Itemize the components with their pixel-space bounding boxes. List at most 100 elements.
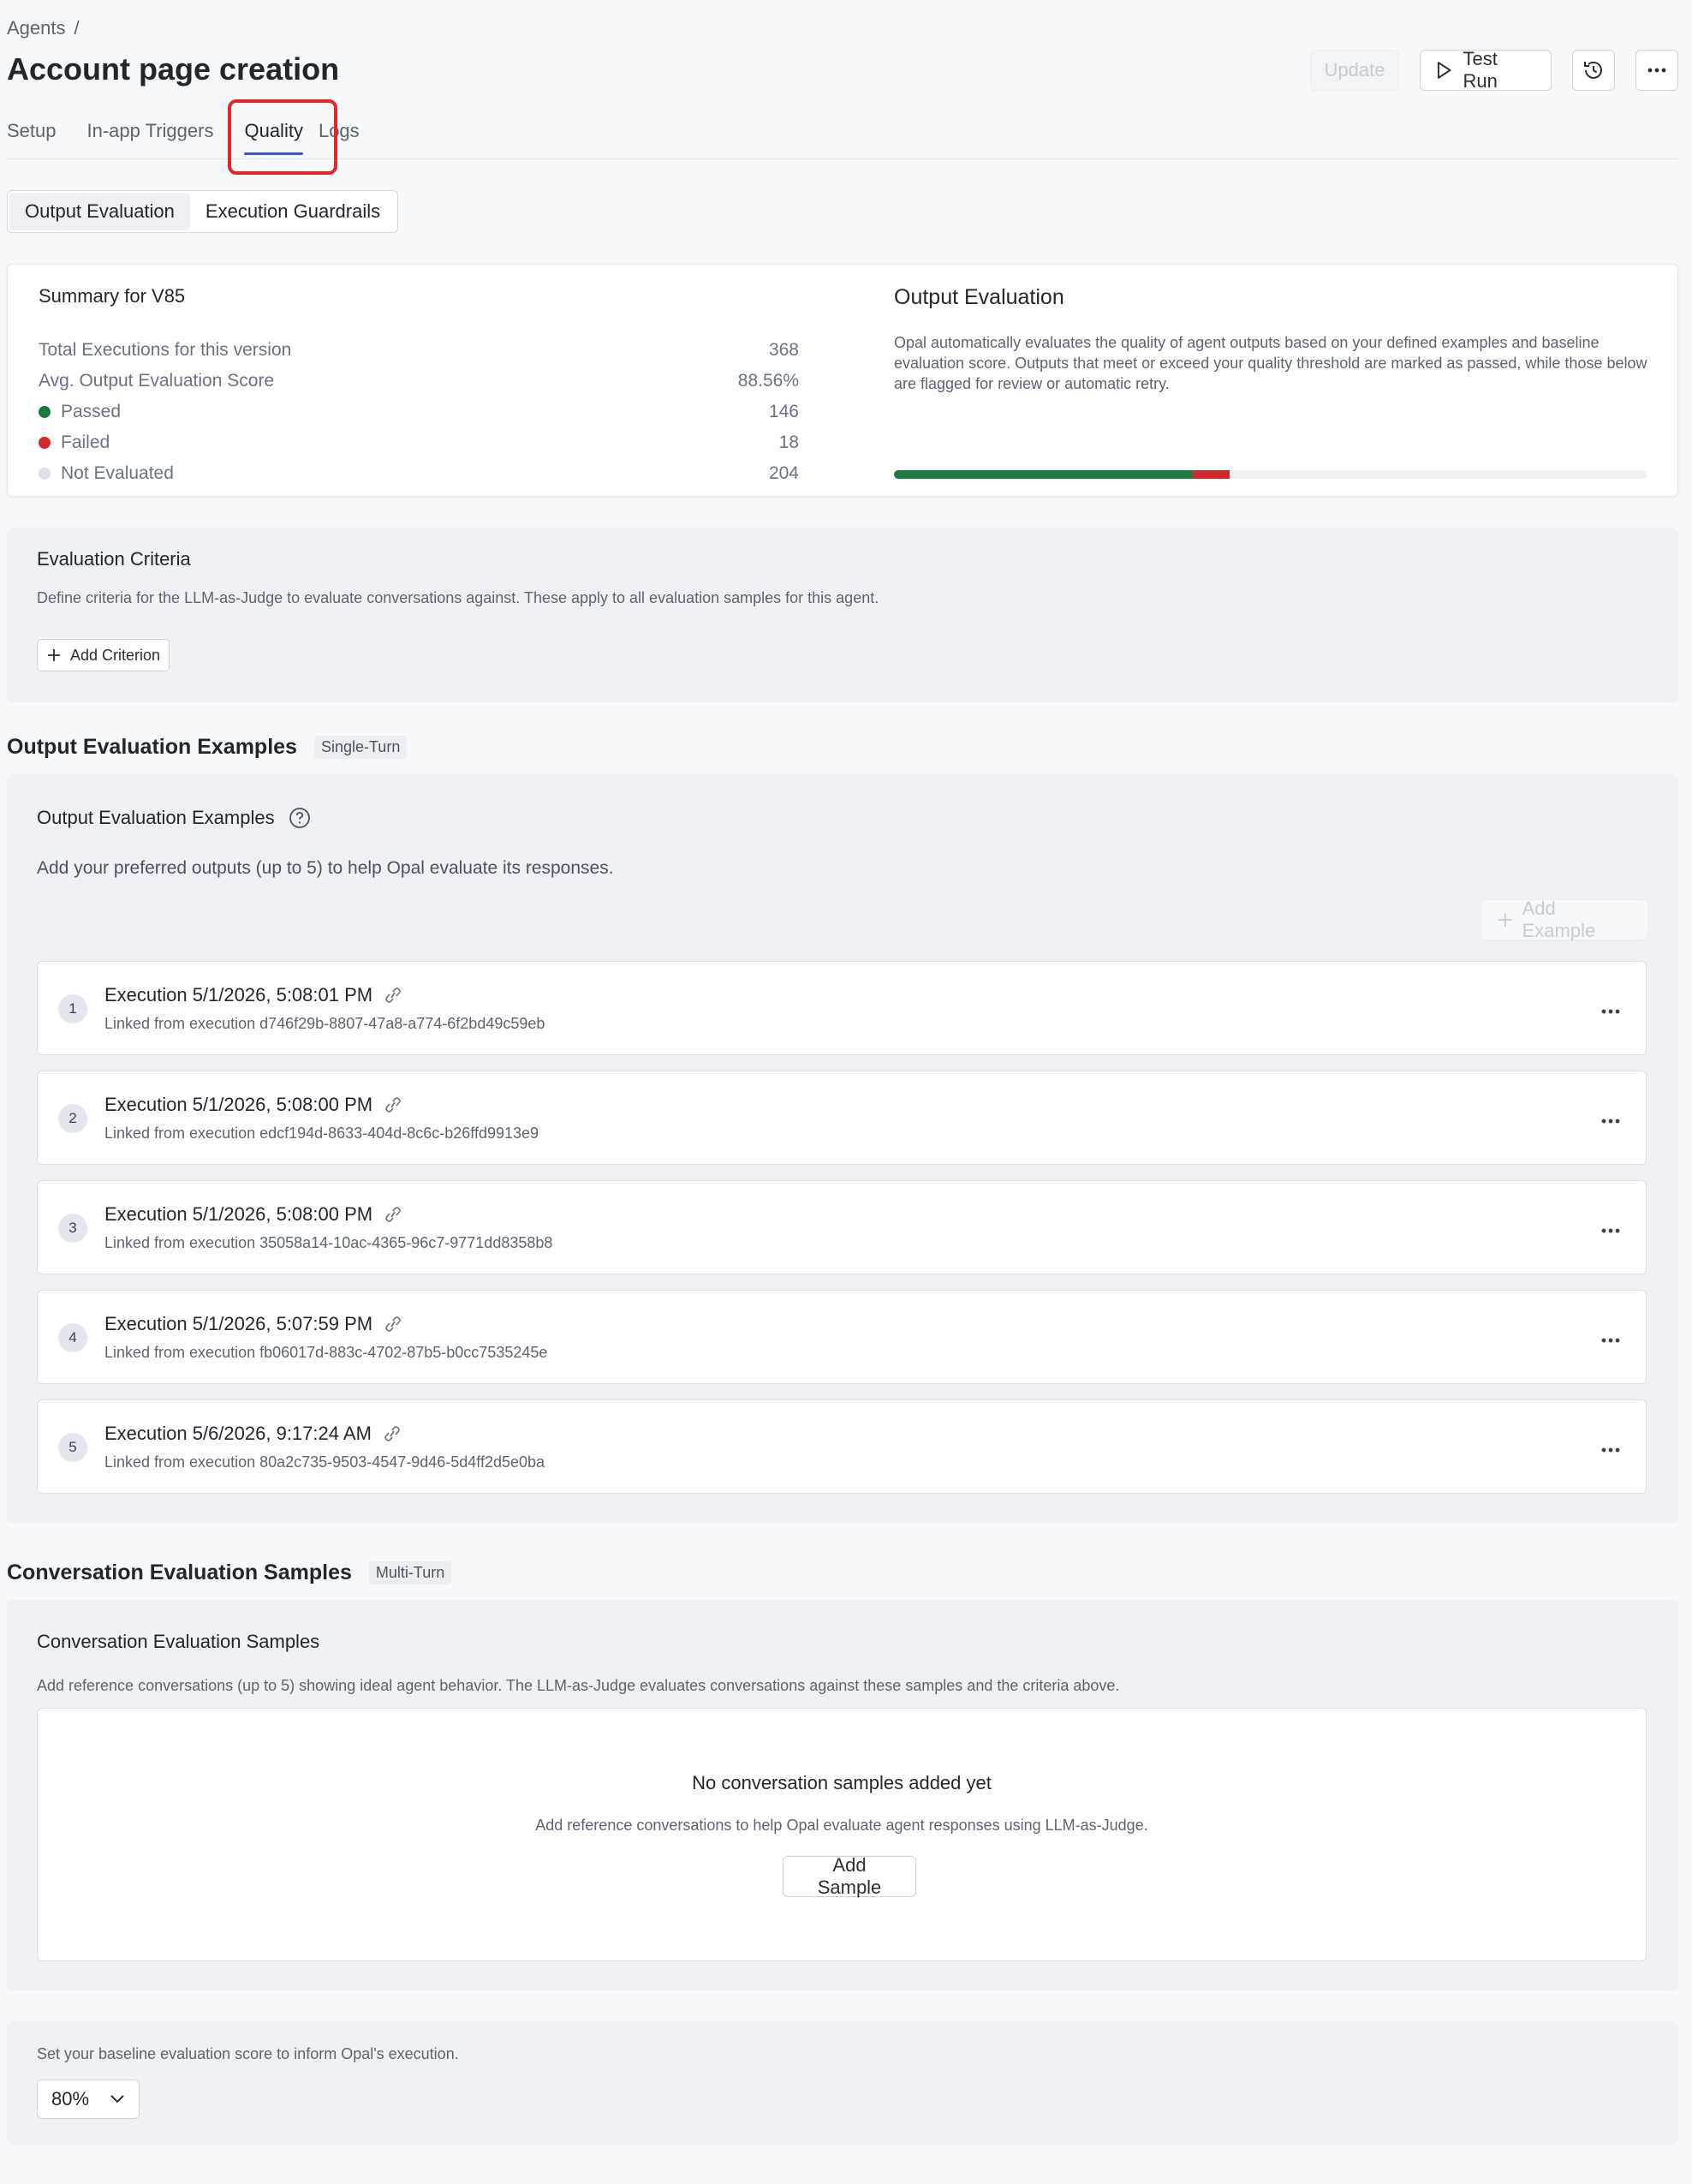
empty-state-title: No conversation samples added yet xyxy=(692,1772,992,1793)
example-number-badge: 2 xyxy=(58,1104,87,1133)
output-examples-title: Output Evaluation Examples xyxy=(37,807,275,828)
example-subtitle: Linked from execution edcf194d-8633-404d… xyxy=(104,1125,539,1142)
more-horizontal-icon xyxy=(1647,68,1666,73)
add-sample-button[interactable]: Add Sample xyxy=(783,1854,916,1898)
baseline-score-value: 80% xyxy=(51,2088,90,2109)
breadcrumb-agents-link[interactable]: Agents xyxy=(7,17,66,39)
conversation-samples-panel: Conversation Evaluation Samples Add refe… xyxy=(7,1600,1678,1990)
example-title: Execution 5/1/2026, 5:08:00 PM xyxy=(104,1203,373,1225)
evaluation-progress-bar xyxy=(894,470,1647,479)
example-subtitle: Linked from execution fb06017d-883c-4702… xyxy=(104,1344,548,1361)
conversation-samples-heading: Conversation Evaluation Samples Multi-Tu… xyxy=(7,1560,452,1585)
evaluation-criteria-panel: Evaluation Criteria Define criteria for … xyxy=(7,528,1678,702)
add-criterion-button[interactable]: Add Criterion xyxy=(37,639,170,671)
output-evaluation-title: Output Evaluation xyxy=(894,285,1064,309)
more-horizontal-icon xyxy=(1601,1447,1620,1453)
stat-label-wrap: Not Evaluated xyxy=(39,463,174,484)
stat-value: 18 xyxy=(778,433,799,452)
example-title: Execution 5/1/2026, 5:08:01 PM xyxy=(104,984,373,1005)
baseline-desc: Set your baseline evaluation score to in… xyxy=(37,2045,459,2062)
add-example-button[interactable]: Add Example xyxy=(1480,898,1648,941)
progress-failed-segment xyxy=(1193,470,1230,479)
more-horizontal-icon xyxy=(1601,1228,1620,1233)
breadcrumb-separator: / xyxy=(74,17,80,39)
baseline-score-select[interactable]: 80% xyxy=(37,2080,140,2119)
page-title: Account page creation xyxy=(7,51,340,87)
summary-stats: Summary for V85 Total Executions for thi… xyxy=(39,285,799,489)
stat-value: 146 xyxy=(768,402,799,421)
segment-output-evaluation[interactable]: Output Evaluation xyxy=(9,193,190,230)
stat-value: 204 xyxy=(768,463,799,483)
criteria-title: Evaluation Criteria xyxy=(37,548,191,570)
help-icon[interactable] xyxy=(289,807,311,829)
example-number-badge: 3 xyxy=(58,1214,87,1243)
output-examples-desc: Add your preferred outputs (up to 5) to … xyxy=(37,858,614,878)
link-icon[interactable] xyxy=(382,1425,402,1442)
not-evaluated-status-dot xyxy=(39,468,51,480)
example-title-row: Execution 5/6/2026, 9:17:24 AM xyxy=(104,1423,402,1445)
conversation-samples-heading-text: Conversation Evaluation Samples xyxy=(7,1560,352,1584)
stat-label: Passed xyxy=(61,402,122,421)
output-examples-title-row: Output Evaluation Examples xyxy=(37,807,311,829)
example-menu-button[interactable] xyxy=(1601,1325,1620,1349)
link-icon[interactable] xyxy=(383,1316,403,1333)
stat-value: 88.56% xyxy=(737,371,799,391)
example-number-badge: 5 xyxy=(58,1433,87,1462)
example-title-row: Execution 5/1/2026, 5:07:59 PM xyxy=(104,1313,403,1335)
stat-label: Avg. Output Evaluation Score xyxy=(39,371,275,391)
baseline-score-panel: Set your baseline evaluation score to in… xyxy=(7,2021,1678,2145)
update-button[interactable]: Update xyxy=(1310,50,1399,91)
conversation-samples-empty-state: No conversation samples added yet Add re… xyxy=(37,1708,1647,1961)
criteria-desc: Define criteria for the LLM-as-Judge to … xyxy=(37,589,879,606)
add-criterion-label: Add Criterion xyxy=(70,646,161,664)
output-evaluation-info: Output Evaluation Opal automatically eva… xyxy=(894,285,1647,394)
summary-card: Summary for V85 Total Executions for thi… xyxy=(7,264,1678,497)
example-menu-button[interactable] xyxy=(1601,1106,1620,1130)
example-number-badge: 4 xyxy=(58,1323,87,1352)
example-item[interactable]: 5 Execution 5/6/2026, 9:17:24 AM Linked … xyxy=(37,1399,1647,1494)
example-title: Execution 5/6/2026, 9:17:24 AM xyxy=(104,1423,372,1444)
version-history-button[interactable] xyxy=(1572,50,1615,91)
link-icon[interactable] xyxy=(383,1206,403,1223)
example-menu-button[interactable] xyxy=(1601,996,1620,1020)
play-icon xyxy=(1437,62,1451,79)
tab-in-app-triggers[interactable]: In-app Triggers xyxy=(87,116,214,158)
example-menu-button[interactable] xyxy=(1601,1215,1620,1239)
page: Agents / Account page creation Update Te… xyxy=(0,0,1692,2184)
stat-row-not-evaluated: Not Evaluated 204 xyxy=(39,458,799,489)
example-item[interactable]: 2 Execution 5/1/2026, 5:08:00 PM Linked … xyxy=(37,1071,1647,1165)
tab-setup[interactable]: Setup xyxy=(7,116,57,158)
plus-icon xyxy=(48,649,60,661)
output-examples-heading-text: Output Evaluation Examples xyxy=(7,735,297,759)
segment-execution-guardrails[interactable]: Execution Guardrails xyxy=(190,193,396,230)
stat-row-passed: Passed 146 xyxy=(39,397,799,427)
history-icon xyxy=(1584,61,1602,79)
stat-label: Failed xyxy=(61,433,110,452)
failed-status-dot xyxy=(39,437,51,449)
breadcrumb: Agents / xyxy=(7,17,80,39)
link-icon[interactable] xyxy=(383,1096,403,1113)
stat-value: 368 xyxy=(768,340,799,360)
more-options-button[interactable] xyxy=(1635,50,1678,91)
summary-title: Summary for V85 xyxy=(39,285,186,307)
conversation-samples-title: Conversation Evaluation Samples xyxy=(37,1631,320,1652)
more-horizontal-icon xyxy=(1601,1009,1620,1014)
chevron-down-icon xyxy=(110,2095,124,2103)
example-menu-button[interactable] xyxy=(1601,1435,1620,1459)
stat-label-wrap: Passed xyxy=(39,402,121,422)
passed-status-dot xyxy=(39,406,51,418)
stat-row-failed: Failed 18 xyxy=(39,427,799,458)
example-title-row: Execution 5/1/2026, 5:08:01 PM xyxy=(104,984,403,1006)
example-item[interactable]: 1 Execution 5/1/2026, 5:08:01 PM Linked … xyxy=(37,961,1647,1055)
output-evaluation-desc: Opal automatically evaluates the quality… xyxy=(894,334,1647,392)
example-subtitle: Linked from execution 35058a14-10ac-4365… xyxy=(104,1234,553,1251)
example-subtitle: Linked from execution d746f29b-8807-47a8… xyxy=(104,1015,545,1032)
stat-label: Total Executions for this version xyxy=(39,340,292,360)
example-item[interactable]: 4 Execution 5/1/2026, 5:07:59 PM Linked … xyxy=(37,1290,1647,1384)
tab-highlight-annotation xyxy=(228,99,337,175)
test-run-button[interactable]: Test Run xyxy=(1420,48,1552,92)
quality-segmented-control: Output Evaluation Execution Guardrails xyxy=(7,190,399,233)
link-icon[interactable] xyxy=(383,987,403,1004)
example-item[interactable]: 3 Execution 5/1/2026, 5:08:00 PM Linked … xyxy=(37,1180,1647,1274)
example-title: Execution 5/1/2026, 5:08:00 PM xyxy=(104,1094,373,1115)
